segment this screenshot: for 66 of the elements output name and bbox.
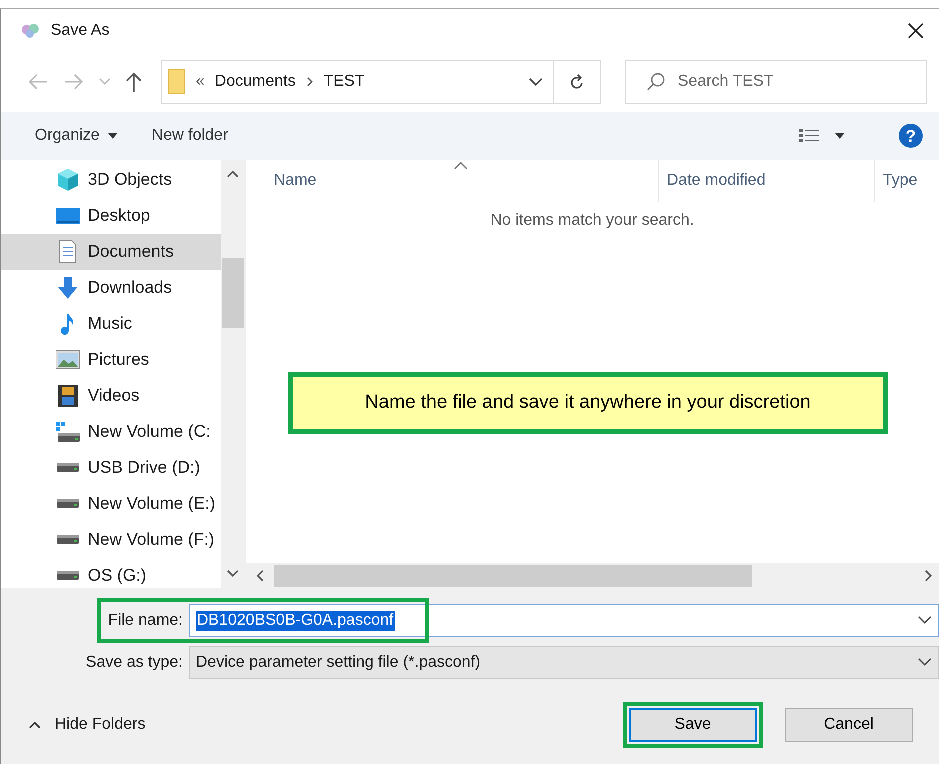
- save-button[interactable]: Save: [629, 708, 757, 742]
- sidebar-item[interactable]: Pictures: [1, 342, 221, 378]
- empty-message: No items match your search.: [490, 212, 694, 230]
- breadcrumb-item[interactable]: TEST: [324, 73, 365, 91]
- sidebar-item[interactable]: New Volume (C:: [1, 414, 221, 450]
- sidebar-item[interactable]: New Volume (F:): [1, 522, 221, 558]
- sidebar-item[interactable]: Music: [1, 306, 221, 342]
- address-bar[interactable]: « Documents TEST: [161, 60, 601, 104]
- hide-folders-button[interactable]: Hide Folders: [23, 715, 152, 735]
- drive-icon: [56, 499, 80, 509]
- folder-icon: [168, 69, 186, 95]
- scrollbar-thumb[interactable]: [274, 564, 752, 586]
- column-header[interactable]: Name: [246, 160, 658, 202]
- drive-icon: [56, 463, 80, 473]
- cancel-button[interactable]: Cancel: [785, 708, 913, 742]
- save-as-type-label: Save as type:: [85, 654, 184, 672]
- dropdown-arrow-icon: [108, 133, 118, 139]
- search-box[interactable]: Search TEST: [625, 60, 927, 104]
- up-arrow-icon[interactable]: [125, 71, 143, 93]
- file-name-label: File name:: [107, 612, 184, 630]
- view-options-icon[interactable]: [799, 128, 821, 144]
- scroll-down-icon[interactable]: [227, 570, 239, 578]
- system-drive-icon: [56, 420, 80, 444]
- refresh-icon: [569, 73, 585, 91]
- new-folder-button[interactable]: New folder: [142, 121, 238, 151]
- breadcrumb-item[interactable]: Documents: [214, 73, 296, 91]
- drive-icon: [56, 571, 80, 581]
- instruction-callout: Name the file and save it anywhere in your discretion: [288, 372, 888, 434]
- help-icon[interactable]: ?: [899, 124, 923, 148]
- sidebar-item[interactable]: New Volume (E:): [1, 486, 221, 522]
- sidebar-item[interactable]: Documents: [1, 234, 221, 270]
- vertical-scrollbar[interactable]: [221, 160, 245, 588]
- cube-icon: [56, 168, 80, 192]
- sidebar-item[interactable]: Downloads: [1, 270, 221, 306]
- scrollbar-thumb[interactable]: [222, 258, 244, 328]
- dropdown-arrow-icon[interactable]: [835, 133, 845, 139]
- sidebar-item[interactable]: 3D Objects: [1, 162, 221, 198]
- horizontal-scrollbar[interactable]: [246, 563, 939, 588]
- path-overflow[interactable]: «: [196, 73, 205, 91]
- breadcrumb-chevron-icon[interactable]: [306, 76, 314, 88]
- pictures-icon: [56, 348, 80, 372]
- chevron-down-icon[interactable]: [918, 658, 932, 667]
- caret-up-icon: [29, 721, 41, 729]
- sidebar-item[interactable]: Videos: [1, 378, 221, 414]
- scroll-left-icon[interactable]: [256, 570, 264, 582]
- chevron-down-icon[interactable]: [918, 616, 932, 625]
- file-type-dropdown[interactable]: Device parameter setting file (*.pasconf): [189, 646, 939, 679]
- sidebar-item[interactable]: OS (G:): [1, 558, 221, 588]
- window-title: Save As: [51, 22, 111, 40]
- column-header[interactable]: Date modified: [658, 160, 874, 202]
- search-icon: [646, 72, 666, 92]
- column-header[interactable]: Type: [874, 160, 939, 202]
- search-field[interactable]: Search TEST: [676, 72, 918, 92]
- file-name-field[interactable]: DB1020BS0B-G0A.pasconf: [189, 604, 939, 637]
- sort-caret-icon: [454, 162, 468, 170]
- videos-icon: [56, 384, 80, 408]
- drive-icon: [56, 535, 80, 545]
- scroll-right-icon[interactable]: [925, 570, 933, 582]
- app-logo-icon: [21, 22, 41, 40]
- sidebar-item[interactable]: USB Drive (D:): [1, 450, 221, 486]
- scroll-up-icon[interactable]: [227, 170, 239, 178]
- sidebar-item[interactable]: Desktop: [1, 198, 221, 234]
- organize-menu[interactable]: Organize: [25, 121, 128, 151]
- chevron-down-icon[interactable]: [529, 78, 543, 86]
- close-icon[interactable]: [907, 22, 925, 40]
- downloads-icon: [56, 276, 80, 300]
